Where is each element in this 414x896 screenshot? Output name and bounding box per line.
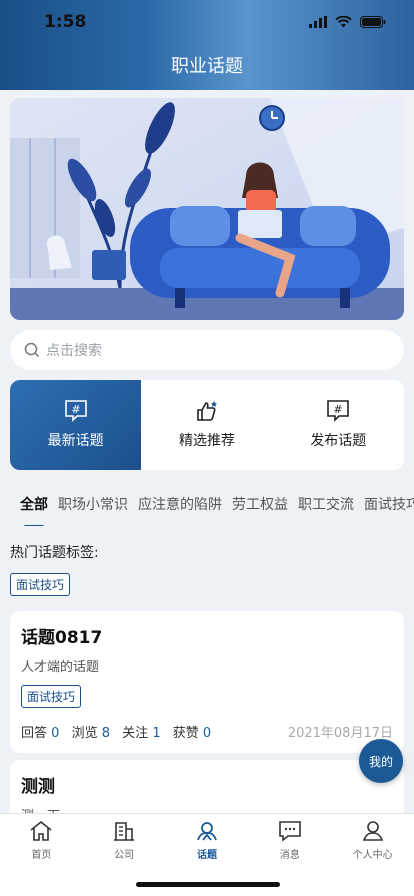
banner-image[interactable]: [10, 98, 404, 320]
hash-icon: #: [327, 400, 350, 422]
building-icon: [114, 822, 135, 841]
tab-traps[interactable]: 应注意的陷阱: [138, 494, 222, 514]
publish-topic-button[interactable]: # 发布话题: [273, 380, 404, 470]
home-indicator: [136, 882, 280, 887]
latest-topics-label: 最新话题: [47, 433, 104, 449]
tab-worker-exchange[interactable]: 职工交流: [298, 494, 354, 514]
views-label: 浏览: [71, 726, 98, 741]
hot-tags-title: 热门话题标签:: [10, 545, 99, 561]
likes-label: 获赞: [172, 726, 199, 741]
my-floating-button[interactable]: 我的: [359, 739, 403, 783]
status-time: 1:58: [44, 12, 87, 32]
search-bar[interactable]: 点击搜索: [10, 330, 404, 370]
search-placeholder: 点击搜索: [46, 343, 102, 359]
thumbs-up-icon: [197, 401, 217, 421]
message-icon: [278, 821, 301, 842]
tab-labor-rights[interactable]: 劳工权益: [232, 494, 288, 514]
topic-tag[interactable]: 面试技巧: [21, 685, 82, 708]
page-title: 职业话题: [171, 56, 243, 77]
latest-topics-button[interactable]: # 最新话题: [10, 380, 142, 470]
topic-card[interactable]: 话题0817 人才端的话题 面试技巧 回答 0 浏览 8 关注 1 获赞 0 2…: [10, 611, 404, 753]
tabbar-label-messages: 消息: [279, 850, 300, 861]
topic-action-bar: # 最新话题 精选推荐 # 发布话题: [10, 380, 404, 470]
search-icon: [24, 342, 40, 358]
tab-workplace-tips[interactable]: 职场小常识: [58, 494, 128, 514]
hash-icon: #: [64, 400, 87, 422]
topic-stats: 回答 0 浏览 8 关注 1 获赞 0 2021年08月17日: [21, 722, 393, 741]
topic-title: 测测: [21, 777, 55, 797]
battery-icon: [360, 16, 386, 28]
publish-topic-label: 发布话题: [310, 433, 367, 449]
answers-label: 回答: [21, 726, 48, 741]
views-count: 8: [101, 726, 111, 741]
tabbar-label-profile: 个人中心: [352, 850, 393, 861]
home-icon: [30, 820, 52, 841]
answers-count: 0: [51, 726, 60, 741]
tabbar-label-company: 公司: [114, 850, 135, 861]
svg-text:#: #: [71, 403, 80, 416]
signal-icon: [309, 16, 327, 28]
wifi-icon: [335, 16, 352, 28]
svg-text:#: #: [334, 403, 343, 416]
topic-date: 2021年08月17日: [287, 726, 393, 741]
status-icons: [309, 16, 386, 28]
tabbar-label-topics: 话题: [196, 850, 217, 861]
tab-interview-tips[interactable]: 面试技巧: [364, 494, 414, 514]
profile-icon: [362, 821, 383, 841]
tabbar-label-home: 首页: [31, 850, 52, 861]
topic-title: 话题0817: [21, 628, 103, 648]
likes-count: 0: [202, 726, 212, 741]
tabbar-item-profile[interactable]: 个人中心: [331, 814, 414, 896]
tab-all[interactable]: 全部: [20, 494, 48, 526]
topic-subtitle: 人才端的话题: [21, 660, 100, 675]
follows-count: 1: [152, 726, 161, 741]
hot-tag[interactable]: 面试技巧: [10, 573, 71, 596]
follows-label: 关注: [122, 726, 149, 741]
topic-icon: [197, 822, 217, 841]
tabbar-item-home[interactable]: 首页: [0, 814, 83, 896]
featured-label: 精选推荐: [178, 433, 235, 449]
status-bar: 1:58: [0, 0, 414, 44]
banner-illustration: [10, 98, 404, 320]
category-tabs: 全部 职场小常识 应注意的陷阱 劳工权益 职工交流 面试技巧: [0, 482, 414, 526]
featured-button[interactable]: 精选推荐: [141, 380, 272, 470]
